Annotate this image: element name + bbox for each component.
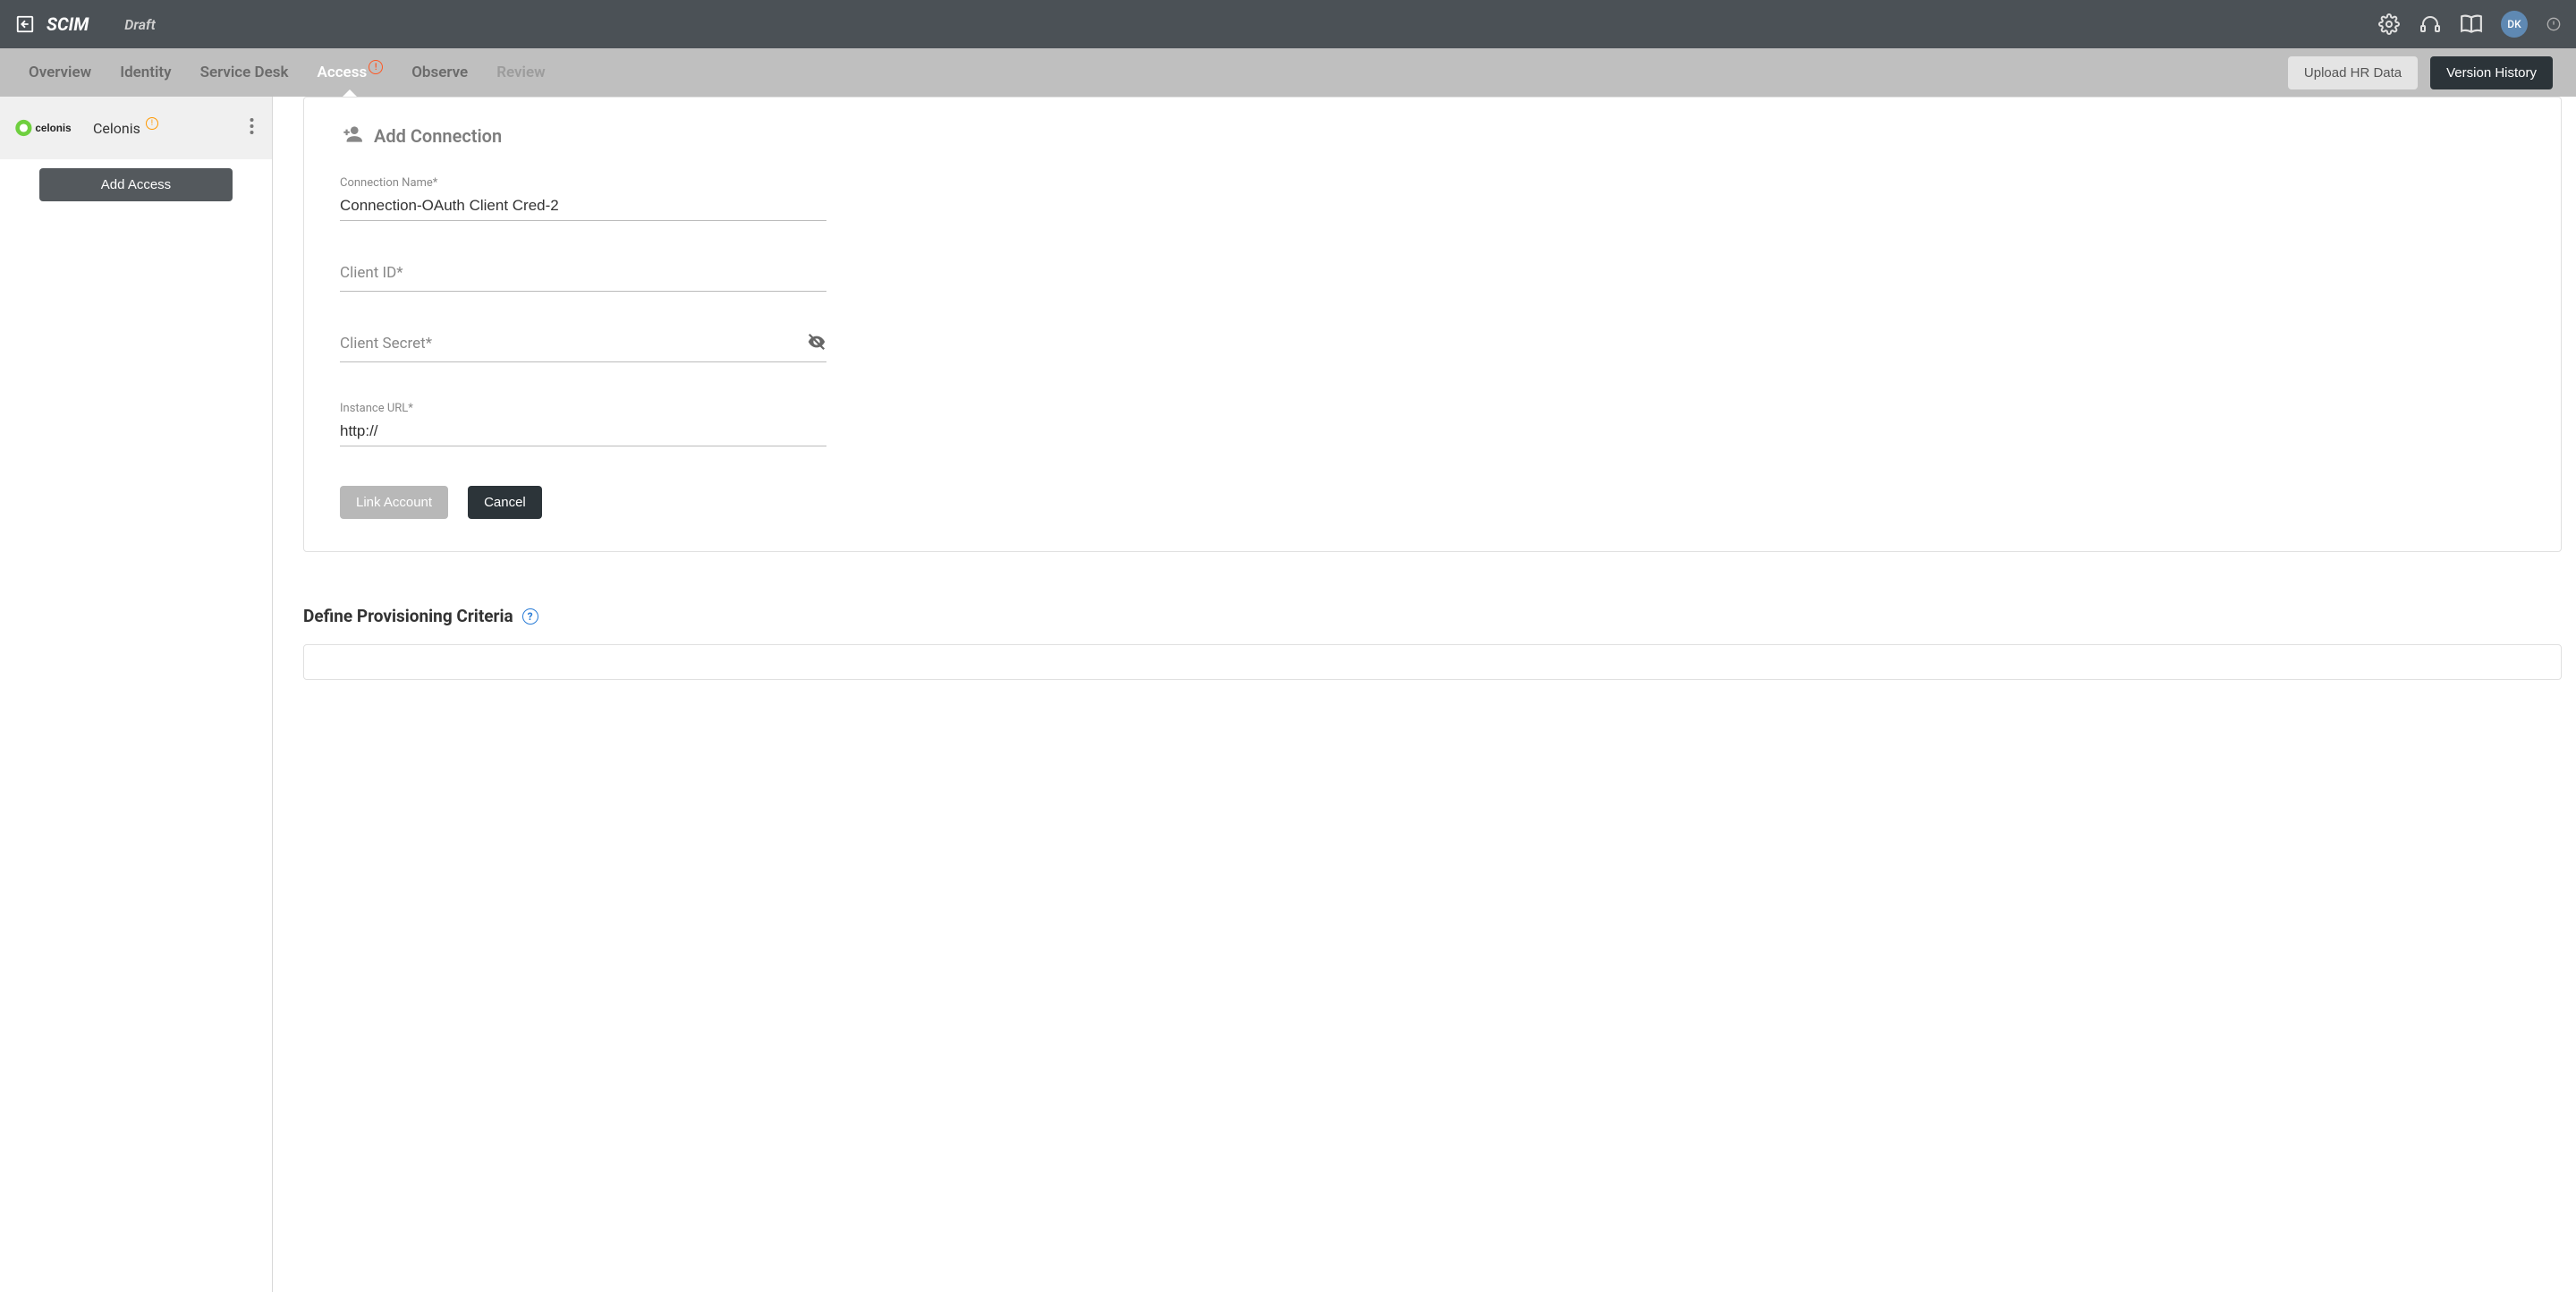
instance-url-input[interactable] [340,419,826,446]
draft-status: Draft [124,16,156,33]
client-id-label[interactable]: Client ID* [340,260,826,292]
tab-access[interactable]: Access ! [302,48,397,97]
tab-label: Overview [29,64,91,81]
add-connection-card: Add Connection Connection Name* Client I… [303,97,2562,552]
tab-label: Access [317,64,367,81]
upload-hr-data-button[interactable]: Upload HR Data [2288,56,2418,89]
person-add-icon [340,123,363,149]
main-area: celonis Celonis ! Add Access Add Connect… [0,97,2576,1292]
add-access-button[interactable]: Add Access [39,168,233,201]
client-id-field: Client ID* [340,260,826,292]
tab-overview[interactable]: Overview [14,48,106,97]
provisioning-card [303,644,2562,680]
top-icons: DK [2377,11,2562,38]
version-history-button[interactable]: Version History [2430,56,2553,89]
warning-badge-icon: ! [146,117,158,130]
avatar[interactable]: DK [2501,11,2528,38]
sidebar: celonis Celonis ! Add Access [0,97,273,1292]
help-icon[interactable]: ? [522,608,538,625]
client-secret-field: Client Secret* [340,331,826,362]
connection-name-field: Connection Name* [340,176,826,221]
instance-url-label: Instance URL* [340,402,826,415]
tab-service-desk[interactable]: Service Desk [186,48,303,97]
nav-buttons: Upload HR Data Version History [2288,48,2562,97]
book-icon[interactable] [2460,13,2483,36]
sidebar-item-celonis[interactable]: celonis Celonis ! [0,97,272,159]
alert-icon[interactable] [2546,16,2562,32]
tab-label: Service Desk [200,64,289,81]
card-title: Add Connection [374,125,502,147]
connection-name-input[interactable] [340,193,826,221]
tab-identity[interactable]: Identity [106,48,185,97]
kebab-menu-icon[interactable] [246,115,258,141]
tab-observe[interactable]: Observe [397,48,482,97]
celonis-logo-icon: celonis [14,117,84,139]
instance-url-field: Instance URL* [340,402,826,446]
sidebar-item-label: Celonis [93,120,140,137]
headset-icon[interactable] [2419,13,2442,36]
top-bar: SCIM Draft DK [0,0,2576,48]
visibility-off-icon[interactable] [807,332,826,355]
tab-label: Review [496,64,545,81]
svg-text:celonis: celonis [35,123,72,134]
alert-badge-icon: ! [369,60,383,74]
cancel-button[interactable]: Cancel [468,486,542,519]
tab-label: Observe [411,64,468,81]
tab-review[interactable]: Review [482,48,559,97]
provisioning-heading: Define Provisioning Criteria ? [303,606,2562,626]
nav-tabs: Overview Identity Service Desk Access ! … [14,48,560,97]
provisioning-heading-text: Define Provisioning Criteria [303,606,513,626]
page-title: SCIM [47,13,89,35]
nav-bar: Overview Identity Service Desk Access ! … [0,48,2576,97]
tab-label: Identity [120,64,171,81]
content: Add Connection Connection Name* Client I… [273,97,2576,1292]
back-icon[interactable] [14,13,36,35]
client-secret-label[interactable]: Client Secret* [340,331,826,362]
gear-icon[interactable] [2377,13,2401,36]
link-account-button[interactable]: Link Account [340,486,448,519]
connection-name-label: Connection Name* [340,176,826,190]
